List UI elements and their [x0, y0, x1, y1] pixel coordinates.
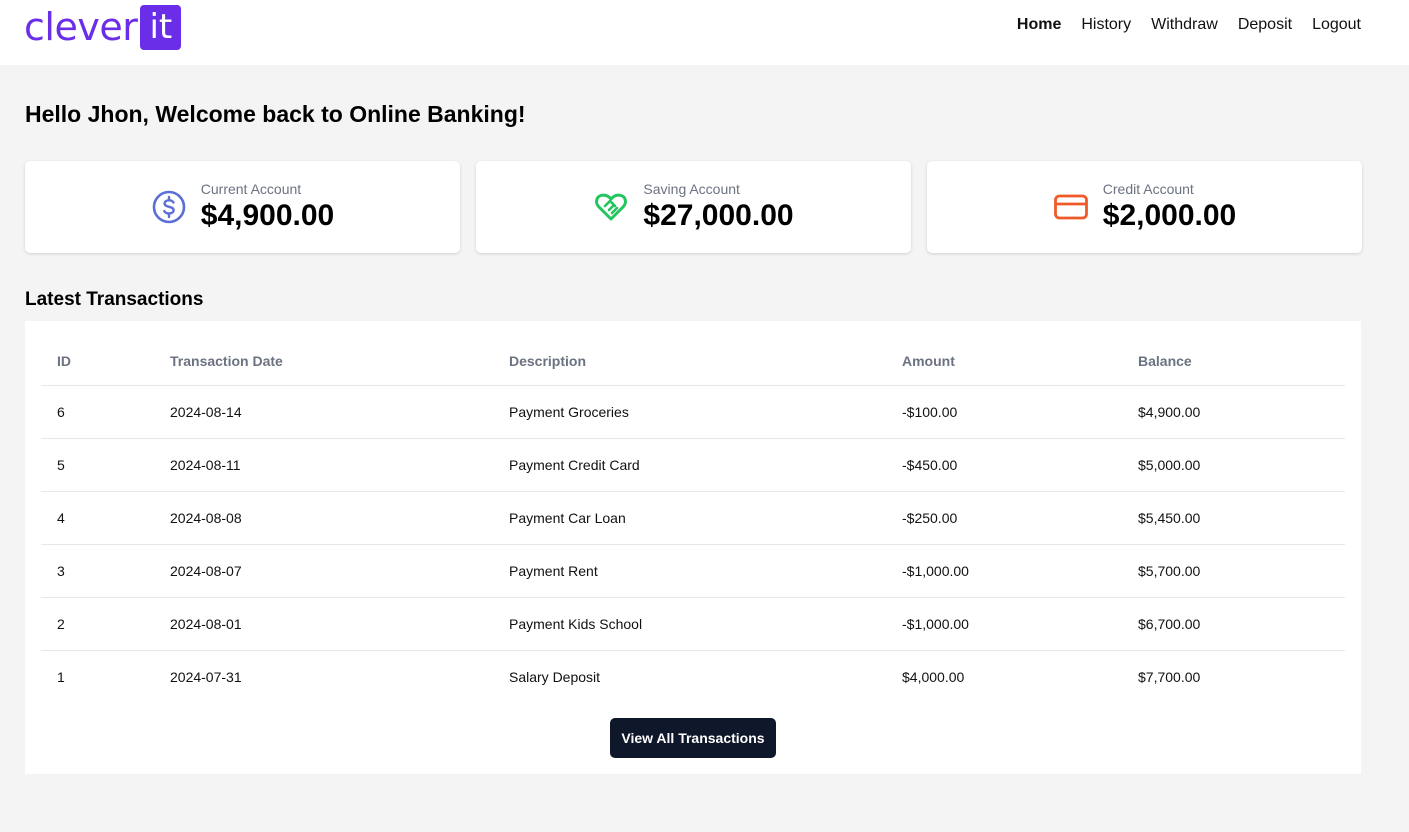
table-row: 1 2024-07-31 Salary Deposit $4,000.00 $7… — [41, 650, 1345, 703]
saving-account-card: Saving Account $27,000.00 — [476, 161, 911, 253]
cell-id: 3 — [41, 544, 154, 598]
cell-amount: $4,000.00 — [902, 668, 965, 685]
cell-description: Salary Deposit — [509, 668, 601, 685]
cell-id: 1 — [57, 668, 65, 685]
cell-description: Payment Kids School — [493, 597, 886, 651]
account-cards: Current Account $4,900.00 Saving Account… — [25, 161, 1362, 253]
table-header-row: ID Transaction Date Description Amount B… — [41, 337, 1345, 386]
page-title: Hello Jhon, Welcome back to Online Banki… — [25, 101, 526, 127]
transactions-title: Latest Transactions — [25, 289, 204, 310]
cell-balance: $5,700.00 — [1122, 544, 1345, 598]
credit-card-icon — [1053, 189, 1089, 225]
account-label: Saving Account — [643, 181, 740, 197]
logo-badge: it — [140, 4, 182, 50]
account-label: Credit Account — [1102, 181, 1194, 197]
cell-amount: -$100.00 — [886, 385, 1122, 439]
table-row: 3 2024-08-07 Payment Rent -$1,000.00 $5,… — [41, 544, 1345, 598]
nav-history[interactable]: History — [1081, 16, 1131, 34]
main-nav: Home History Withdraw Deposit Logout — [1017, 16, 1361, 34]
logo[interactable]: clever it — [24, 4, 182, 50]
column-header-date: Transaction Date — [154, 337, 493, 386]
transactions-panel: ID Transaction Date Description Amount B… — [25, 321, 1361, 774]
cell-date: 2024-08-08 — [154, 491, 493, 545]
nav-logout[interactable]: Logout — [1312, 16, 1361, 34]
heart-handshake-icon — [593, 189, 629, 225]
cell-balance: $5,450.00 — [1122, 491, 1345, 545]
top-navbar: clever it Home History Withdraw Deposit … — [0, 0, 1409, 65]
cell-date: 2024-07-31 — [170, 668, 242, 685]
column-header-balance: Balance — [1122, 337, 1345, 386]
cell-balance: $6,700.00 — [1122, 597, 1345, 651]
transactions-table: ID Transaction Date Description Amount B… — [41, 337, 1345, 703]
cell-description: Payment Credit Card — [493, 438, 886, 492]
cell-amount: -$450.00 — [886, 438, 1122, 492]
cell-date: 2024-08-14 — [154, 385, 493, 439]
column-header-id: ID — [41, 337, 154, 386]
dollar-circle-icon — [151, 189, 187, 225]
account-amount: $27,000.00 — [643, 199, 794, 232]
cell-amount: -$1,000.00 — [886, 597, 1122, 651]
table-row: 4 2024-08-08 Payment Car Loan -$250.00 $… — [41, 491, 1345, 545]
current-account-card: Current Account $4,900.00 — [25, 161, 460, 253]
cell-date: 2024-08-07 — [154, 544, 493, 598]
account-label: Current Account — [200, 181, 302, 197]
nav-withdraw[interactable]: Withdraw — [1151, 16, 1218, 34]
cell-description: Payment Rent — [493, 544, 886, 598]
cell-balance: $4,900.00 — [1122, 385, 1345, 439]
column-header-description: Description — [493, 337, 886, 386]
account-amount: $4,900.00 — [200, 199, 335, 232]
credit-account-card: Credit Account $2,000.00 — [927, 161, 1362, 253]
cell-id: 6 — [41, 385, 154, 439]
cell-id: 4 — [41, 491, 154, 545]
account-amount: $2,000.00 — [1102, 199, 1237, 232]
table-row: 2 2024-08-01 Payment Kids School -$1,000… — [41, 597, 1345, 651]
table-row: 5 2024-08-11 Payment Credit Card -$450.0… — [41, 438, 1345, 492]
cell-amount: -$1,000.00 — [886, 544, 1122, 598]
column-header-amount: Amount — [886, 337, 1122, 386]
cell-id: 2 — [41, 597, 154, 651]
cell-amount: -$250.00 — [886, 491, 1122, 545]
logo-word: clever — [24, 5, 138, 49]
nav-home[interactable]: Home — [1017, 16, 1061, 34]
nav-deposit[interactable]: Deposit — [1238, 16, 1292, 34]
cell-date: 2024-08-11 — [154, 438, 493, 492]
cell-description: Payment Groceries — [493, 385, 886, 439]
cell-description: Payment Car Loan — [493, 491, 886, 545]
cell-balance: $7,700.00 — [1138, 668, 1201, 685]
cell-balance: $5,000.00 — [1122, 438, 1345, 492]
cell-date: 2024-08-01 — [154, 597, 493, 651]
table-row: 6 2024-08-14 Payment Groceries -$100.00 … — [41, 385, 1345, 439]
cell-id: 5 — [41, 438, 154, 492]
view-all-transactions-button[interactable]: View All Transactions — [610, 718, 776, 758]
